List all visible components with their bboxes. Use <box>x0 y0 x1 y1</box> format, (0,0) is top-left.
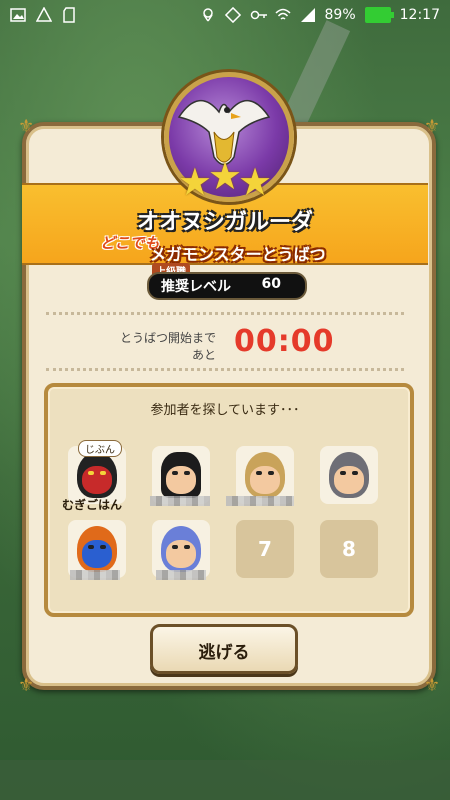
location-icon <box>200 7 216 23</box>
countdown-timer: 00:00 <box>234 324 335 359</box>
blurred-player-name <box>156 570 206 580</box>
avatar-face <box>166 466 196 494</box>
level-label: 推奨レベル <box>161 279 231 295</box>
battery-percent: 89% <box>324 7 356 23</box>
status-bar: 89% 12:17 <box>0 0 450 32</box>
battery-icon <box>364 7 394 23</box>
key-icon <box>250 7 267 23</box>
empty-slot-7: 7 <box>236 520 294 578</box>
countdown-label-line2: あと <box>192 348 217 362</box>
star-icon: ★ <box>177 160 212 204</box>
countdown-label-line1: とうばつ開始まで <box>120 331 217 345</box>
escape-button[interactable]: 逃げる <box>150 624 298 674</box>
rotate-icon <box>224 6 241 24</box>
wifi-icon <box>274 7 291 23</box>
avatar-face <box>166 540 196 568</box>
sd-card-icon <box>62 7 78 23</box>
signal-icon <box>300 7 316 23</box>
app-icon <box>35 6 53 23</box>
avatar-face <box>82 540 112 568</box>
star-icon: ★ <box>207 154 243 198</box>
avatar-face <box>250 466 280 494</box>
blurred-player-name <box>226 496 294 506</box>
participants-title: 参加者を探しています･･･ <box>150 403 300 418</box>
divider <box>46 312 404 315</box>
countdown-label: とうばつ開始まで あと <box>120 330 216 364</box>
monster-name: オオヌシガルーダ <box>136 210 313 235</box>
self-badge: じぶん <box>78 440 122 457</box>
clock: 12:17 <box>399 7 440 23</box>
self-player-name: むぎごはん <box>62 498 123 512</box>
corner-ornament-icon: ⚜ <box>423 675 440 696</box>
gallery-icon <box>10 7 26 23</box>
background-field <box>0 760 450 800</box>
star-rating: ★ ★ ★ <box>170 154 280 204</box>
corner-ornament-icon: ⚜ <box>18 675 35 696</box>
divider <box>46 368 404 371</box>
avatar-face <box>82 466 112 494</box>
blurred-player-name <box>150 496 210 506</box>
event-name: メガモンスターとうばつ <box>150 245 326 264</box>
participant-slot-4[interactable] <box>320 446 378 504</box>
blurred-player-name <box>70 570 120 580</box>
avatar-face <box>334 466 364 494</box>
recommended-level-bar: 推奨レベル 60 <box>147 272 307 300</box>
corner-ornament-icon: ⚜ <box>423 116 440 137</box>
level-value: 60 <box>261 276 281 292</box>
corner-ornament-icon: ⚜ <box>18 116 35 137</box>
star-icon: ★ <box>238 160 273 204</box>
empty-slot-8: 8 <box>320 520 378 578</box>
